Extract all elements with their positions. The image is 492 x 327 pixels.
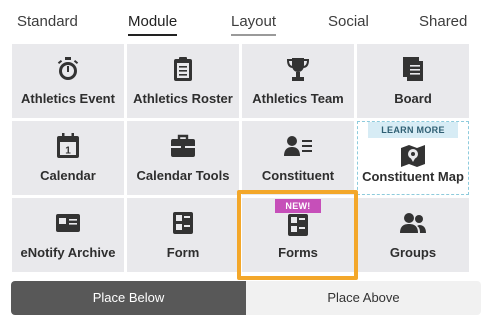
tab-module[interactable]: Module xyxy=(128,13,178,36)
tab-label: Module xyxy=(128,13,178,30)
tab-layout[interactable]: Layout xyxy=(231,13,277,36)
tile-label: Athletics Roster xyxy=(133,91,233,106)
place-above-button[interactable]: Place Above xyxy=(246,281,481,315)
tile-label: Calendar xyxy=(40,168,96,183)
tab-underline xyxy=(231,34,277,36)
tab-label: Standard xyxy=(17,13,78,30)
form-icon xyxy=(127,210,239,236)
trophy-icon xyxy=(242,56,354,82)
tile-label: Constituent Map xyxy=(362,169,464,184)
module-tile-forms[interactable]: NEW! Forms xyxy=(242,198,354,272)
module-tile-calendar-tools[interactable]: Calendar Tools xyxy=(127,121,239,195)
tile-label: Form xyxy=(166,245,200,260)
module-tile-board[interactable]: Board xyxy=(357,44,469,118)
tile-label: Calendar Tools xyxy=(136,168,230,183)
learn-more-badge[interactable]: LEARN MORE xyxy=(368,122,458,138)
tab-shared[interactable]: Shared xyxy=(419,13,467,30)
toolbox-icon xyxy=(127,133,239,159)
category-tabs: Standard Module Layout Social Shared xyxy=(0,0,492,40)
tile-label: Athletics Team xyxy=(252,91,344,106)
module-tile-athletics-team[interactable]: Athletics Team xyxy=(242,44,354,118)
tab-label: Layout xyxy=(231,13,277,30)
tile-label: Groups xyxy=(389,245,437,260)
calendar-day-text: 1 xyxy=(65,146,71,157)
tile-label: Board xyxy=(394,91,432,106)
tile-label: Athletics Event xyxy=(21,91,115,106)
tab-social[interactable]: Social xyxy=(328,13,369,30)
tab-underline xyxy=(17,34,78,36)
place-below-button[interactable]: Place Below xyxy=(11,281,246,315)
person-list-icon xyxy=(242,133,354,159)
stopwatch-icon xyxy=(12,56,124,82)
tile-label: eNotify Archive xyxy=(20,245,116,260)
module-grid: Athletics Event Athletics Roster Athleti… xyxy=(12,44,469,274)
new-badge: NEW! xyxy=(275,199,321,213)
module-tile-groups[interactable]: Groups xyxy=(357,198,469,272)
tab-underline xyxy=(419,34,467,36)
tab-label: Social xyxy=(328,13,369,30)
module-tile-athletics-roster[interactable]: Athletics Roster xyxy=(127,44,239,118)
email-archive-icon xyxy=(12,210,124,236)
module-tile-form[interactable]: Form xyxy=(127,198,239,272)
tab-label: Shared xyxy=(419,13,468,30)
clipboard-icon xyxy=(127,56,239,82)
stacked-documents-icon xyxy=(357,56,469,82)
tab-underline xyxy=(128,34,178,36)
tile-label: Forms xyxy=(278,245,318,260)
calendar-icon: 1 xyxy=(12,133,124,159)
module-tile-constituent-map[interactable]: LEARN MORE Constituent Map xyxy=(357,121,469,195)
module-tile-enotify-archive[interactable]: eNotify Archive xyxy=(12,198,124,272)
form-icon xyxy=(242,212,354,238)
tab-standard[interactable]: Standard xyxy=(17,13,78,30)
group-icon xyxy=(357,210,469,236)
module-tile-calendar[interactable]: 1 Calendar xyxy=(12,121,124,195)
module-tile-constituent[interactable]: Constituent xyxy=(242,121,354,195)
module-tile-athletics-event[interactable]: Athletics Event xyxy=(12,44,124,118)
tile-label: Constituent xyxy=(261,168,335,183)
tab-underline xyxy=(328,34,369,36)
map-pin-icon xyxy=(358,143,468,169)
